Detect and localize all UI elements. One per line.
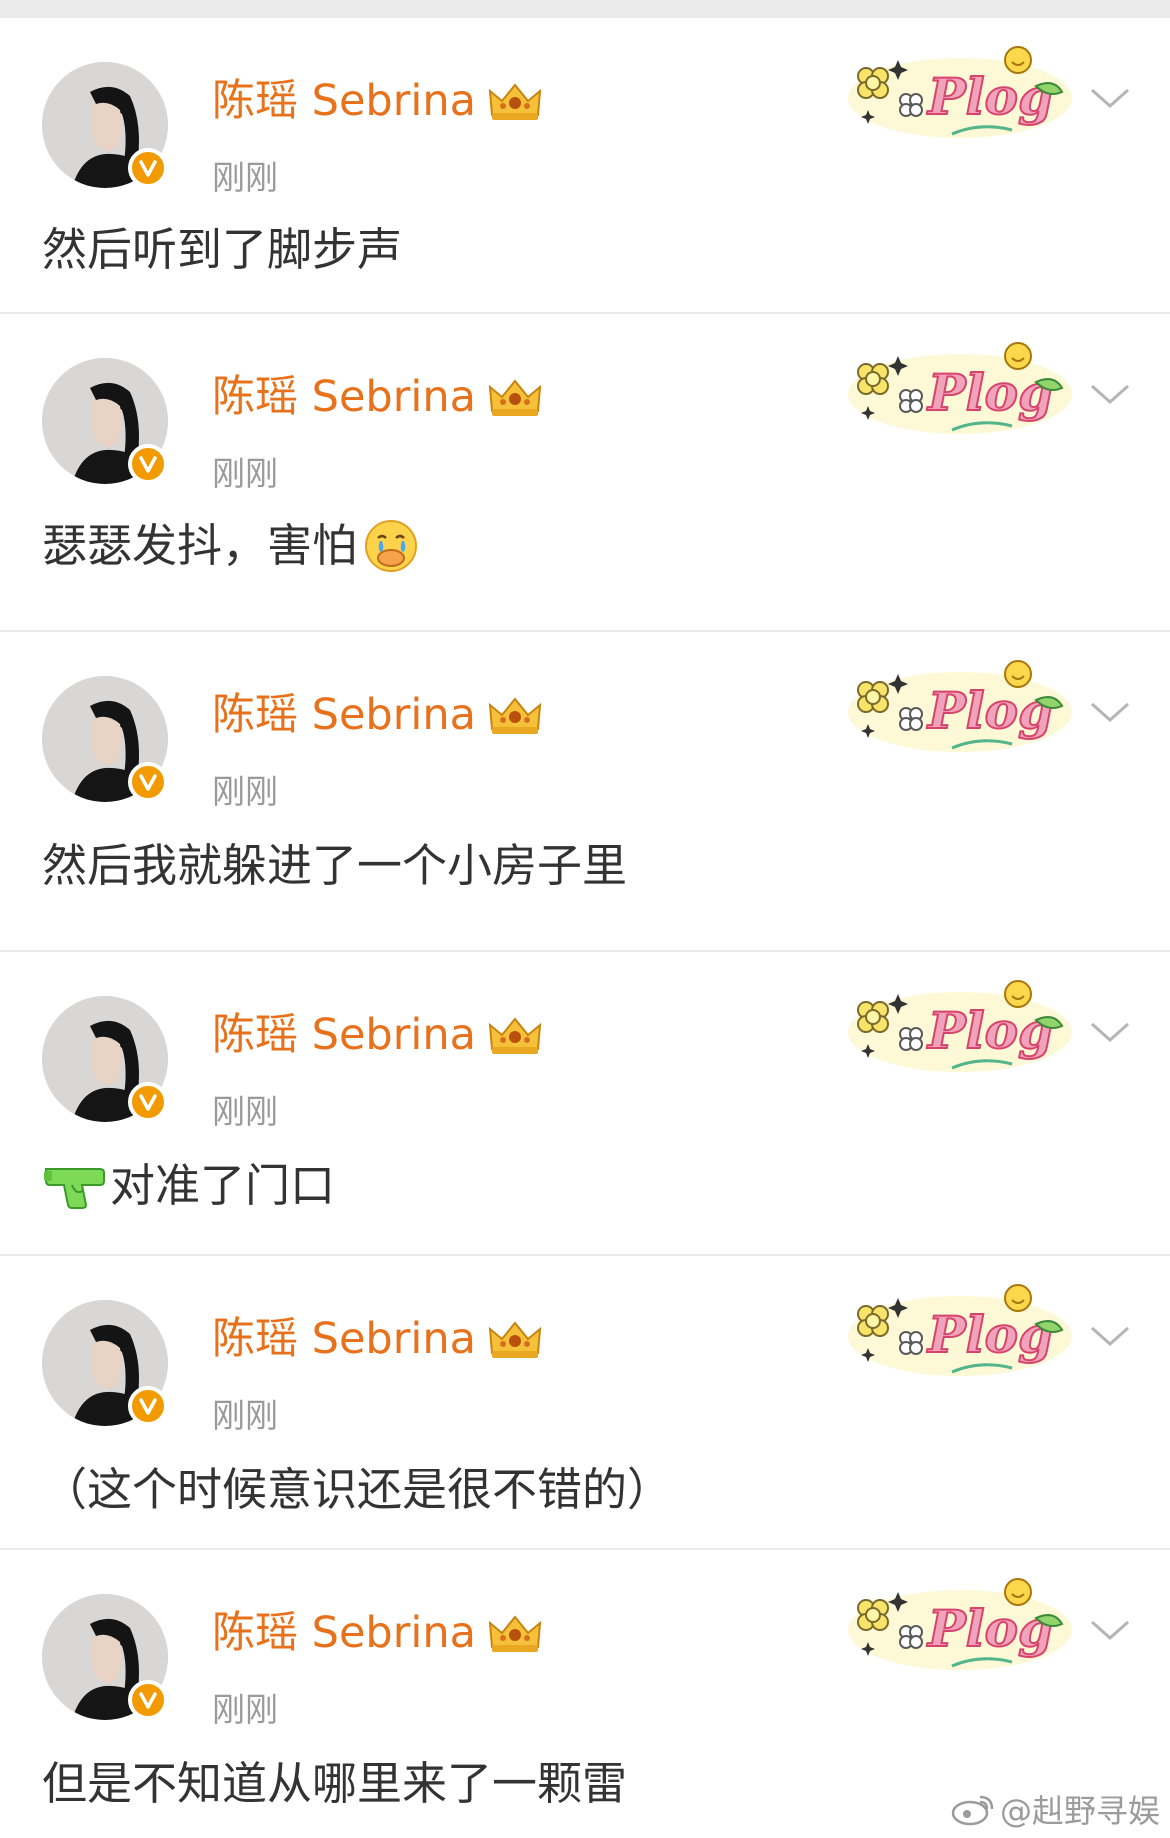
chevron-down-icon[interactable] (1088, 1324, 1132, 1350)
timestamp: 刚刚 (212, 454, 278, 493)
name-row: 陈瑶 Sebrina (212, 76, 544, 126)
verified-badge (128, 1386, 168, 1426)
chevron-down-icon[interactable] (1088, 1020, 1132, 1046)
crown-icon[interactable] (486, 1317, 544, 1361)
post-text: 然后听到了脚步声 (42, 222, 402, 278)
name-row: 陈瑶 Sebrina (212, 690, 544, 740)
name-row: 陈瑶 Sebrina (212, 1010, 544, 1060)
post-text: 但是不知道从哪里来了一颗雷 (42, 1756, 627, 1812)
post-card[interactable]: 陈瑶 Sebrina 刚刚 Plog （这个时候意识还是很不错的） (0, 1256, 1170, 1548)
post-text-body: （这个时候意识还是很不错的） (42, 1463, 673, 1516)
username[interactable]: 陈瑶 Sebrina (212, 372, 476, 422)
post-text: 瑟瑟发抖，害怕 (42, 518, 419, 574)
verified-badge (128, 444, 168, 484)
crown-icon[interactable] (486, 375, 544, 419)
post-text-body: 然后我就躲进了一个小房子里 (42, 839, 628, 892)
post-card[interactable]: 陈瑶 Sebrina 刚刚 Plog 对准了门口 (0, 952, 1170, 1254)
chevron-down-icon[interactable] (1088, 382, 1132, 408)
timestamp: 刚刚 (212, 1396, 278, 1435)
post-text-body: 但是不知道从哪里来了一颗雷 (42, 1757, 628, 1810)
avatar[interactable] (42, 62, 168, 188)
watermark: @赳野寻娱 (950, 1786, 1160, 1832)
post-card[interactable]: 陈瑶 Sebrina 刚刚 Plog 然后我就躲进了一个小房子里 (0, 632, 1170, 950)
verified-v-icon (139, 1692, 157, 1709)
weibo-logo-icon (951, 1795, 994, 1826)
plog-text: Plog (926, 67, 1053, 126)
weibo-feed: 陈瑶 Sebrina 刚刚 Plog 然后听到了脚步声 陈瑶 Sebrina 刚… (0, 0, 1170, 1838)
name-row: 陈瑶 Sebrina (212, 1608, 544, 1658)
chevron-down-icon[interactable] (1088, 86, 1132, 112)
username[interactable]: 陈瑶 Sebrina (212, 1314, 476, 1364)
plog-sticker: Plog (848, 980, 1072, 1072)
post-text: （这个时候意识还是很不错的） (42, 1462, 672, 1518)
crying-cover-mouth-icon (365, 520, 418, 572)
plog-text: Plog (926, 1305, 1053, 1364)
plog-text: Plog (926, 1599, 1053, 1658)
post-text: 然后我就躲进了一个小房子里 (42, 838, 627, 894)
crown-icon[interactable] (486, 79, 544, 123)
plog-text: Plog (926, 1001, 1053, 1060)
crown-icon[interactable] (486, 1013, 544, 1057)
username[interactable]: 陈瑶 Sebrina (212, 690, 476, 740)
avatar[interactable] (42, 676, 168, 802)
plog-sticker: Plog (848, 1284, 1072, 1376)
avatar[interactable] (42, 996, 168, 1122)
avatar[interactable] (42, 1300, 168, 1426)
timestamp: 刚刚 (212, 1092, 278, 1131)
verified-badge (128, 1680, 168, 1720)
avatar[interactable] (42, 1594, 168, 1720)
chevron-down-icon[interactable] (1088, 1618, 1132, 1644)
post-text-body: 然后听到了脚步声 (42, 223, 403, 276)
name-row: 陈瑶 Sebrina (212, 1314, 544, 1364)
username[interactable]: 陈瑶 Sebrina (212, 76, 476, 126)
post-text-body: 瑟瑟发抖，害怕 (42, 519, 358, 572)
verified-v-icon (139, 774, 157, 791)
post-card[interactable]: 陈瑶 Sebrina 刚刚 Plog 然后听到了脚步声 (0, 18, 1170, 312)
avatar[interactable] (42, 358, 168, 484)
post-text: 对准了门口 (42, 1158, 335, 1214)
verified-v-icon (139, 1094, 157, 1111)
verified-badge (128, 762, 168, 802)
water-pistol-icon (44, 1168, 105, 1209)
username[interactable]: 陈瑶 Sebrina (212, 1010, 476, 1060)
verified-v-icon (139, 160, 157, 177)
plog-sticker: Plog (848, 1578, 1072, 1670)
post-text-body: 对准了门口 (110, 1159, 336, 1212)
username[interactable]: 陈瑶 Sebrina (212, 1608, 476, 1658)
timestamp: 刚刚 (212, 1690, 278, 1729)
verified-v-icon (139, 1398, 157, 1415)
post-card[interactable]: 陈瑶 Sebrina 刚刚 Plog 瑟瑟发抖，害怕 (0, 314, 1170, 630)
name-row: 陈瑶 Sebrina (212, 372, 544, 422)
plog-sticker: Plog (848, 660, 1072, 752)
plog-sticker: Plog (848, 342, 1072, 434)
crown-icon[interactable] (486, 693, 544, 737)
crown-icon[interactable] (486, 1611, 544, 1655)
verified-badge (128, 1082, 168, 1122)
timestamp: 刚刚 (212, 772, 278, 811)
chevron-down-icon[interactable] (1088, 700, 1132, 726)
plog-sticker: Plog (848, 46, 1072, 138)
verified-v-icon (139, 456, 157, 473)
plog-text: Plog (926, 681, 1053, 740)
timestamp: 刚刚 (212, 158, 278, 197)
plog-text: Plog (926, 363, 1053, 422)
watermark-text: @赳野寻娱 (999, 1792, 1160, 1830)
verified-badge (128, 148, 168, 188)
